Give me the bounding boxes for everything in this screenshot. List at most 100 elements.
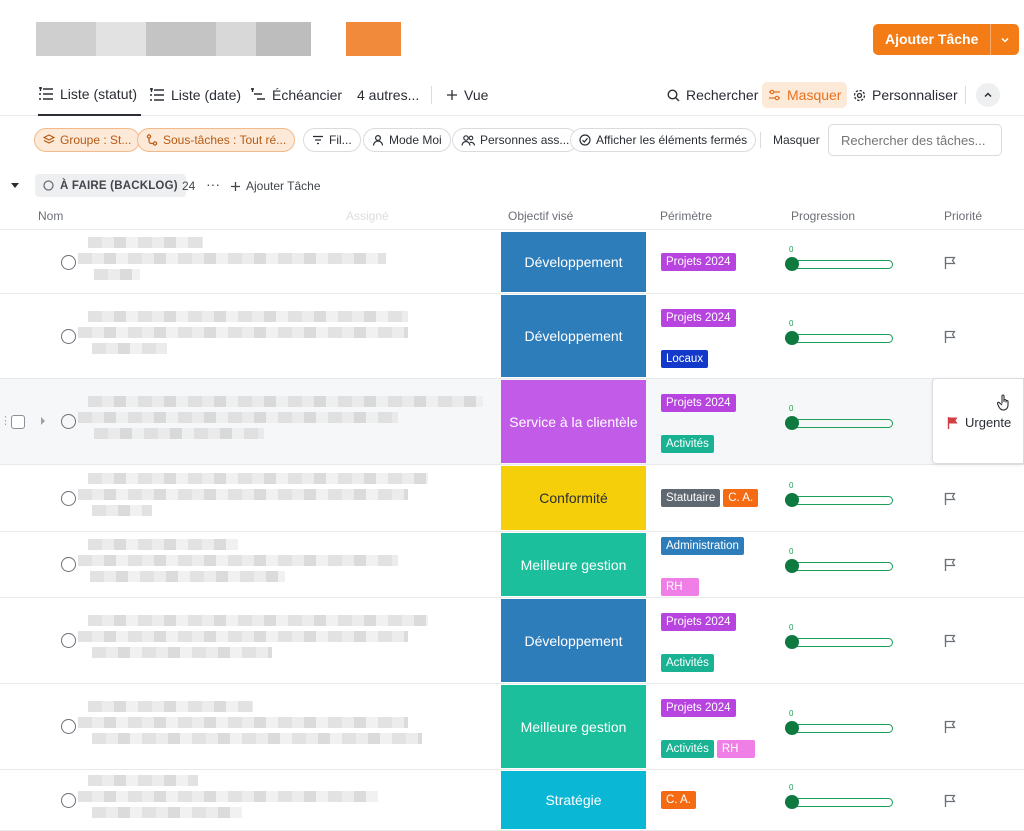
objective-cell[interactable]: Service à la clientèle xyxy=(501,380,646,463)
table-row[interactable]: Développement Projets 2024 0 xyxy=(0,231,1024,294)
column-progress[interactable]: Progression xyxy=(791,209,855,223)
scope-tag[interactable]: C. A. xyxy=(661,790,696,809)
filter-chip[interactable]: Fil... xyxy=(303,128,361,152)
table-row[interactable]: Stratégie C. A. 0 xyxy=(0,770,1024,831)
scope-tag[interactable]: Activités xyxy=(661,654,714,672)
progress-handle[interactable] xyxy=(785,559,799,573)
subtasks-chip[interactable]: Sous-tâches : Tout ré... xyxy=(137,128,296,152)
tab-echeancier[interactable]: Échéancier xyxy=(250,74,342,116)
task-name-redacted[interactable] xyxy=(78,774,378,823)
progress-slider[interactable]: 0 xyxy=(785,245,893,271)
priority-urgent[interactable]: Urgente xyxy=(947,415,1011,430)
task-status-circle[interactable] xyxy=(61,490,76,506)
column-assignee[interactable]: Assigné xyxy=(346,209,389,223)
progress-handle[interactable] xyxy=(785,635,799,649)
progress-slider[interactable]: 0 xyxy=(785,783,893,809)
show-closed-chip[interactable]: Afficher les éléments fermés xyxy=(570,128,757,152)
objective-cell[interactable]: Développement xyxy=(501,599,646,682)
task-name-redacted[interactable] xyxy=(78,236,386,285)
task-name-redacted[interactable] xyxy=(78,310,408,359)
task-status-circle[interactable] xyxy=(61,414,76,429)
progress-handle[interactable] xyxy=(785,330,799,345)
chevron-down-icon[interactable] xyxy=(991,24,1019,55)
scope-cell[interactable]: Projets 2024 Activités xyxy=(661,613,771,695)
flag-icon[interactable] xyxy=(944,492,956,508)
scope-tag[interactable]: Locaux xyxy=(661,349,709,368)
scope-tag[interactable]: Administration xyxy=(661,537,744,555)
collapse-header-button[interactable] xyxy=(976,83,1000,107)
tab-liste-statut[interactable]: Liste (statut) xyxy=(38,74,141,116)
add-task-button[interactable]: Ajouter Tâche xyxy=(873,24,1020,55)
column-name[interactable]: Nom xyxy=(38,209,63,223)
progress-handle[interactable] xyxy=(785,416,799,430)
table-row[interactable]: Meilleure gestion Projets 2024 Activités RH… xyxy=(0,684,1024,770)
table-row[interactable]: Développement Projets 2024 Locaux 0 xyxy=(0,294,1024,379)
task-status-circle[interactable] xyxy=(61,254,76,270)
objective-cell[interactable]: Développement xyxy=(501,232,646,292)
table-row[interactable]: Service à la clientèle Projets 2024 Activi… xyxy=(0,379,1024,465)
column-objective[interactable]: Objectif visé xyxy=(508,209,573,223)
scope-cell[interactable]: Projets 2024 xyxy=(661,252,771,273)
progress-slider[interactable]: 0 xyxy=(785,404,893,430)
table-row[interactable]: Meilleure gestion Administration RH 0 xyxy=(0,532,1024,598)
task-name-redacted[interactable] xyxy=(78,701,422,749)
tab-more-views[interactable]: 4 autres... xyxy=(357,74,419,116)
task-status-circle[interactable] xyxy=(61,328,76,344)
progress-slider[interactable]: 0 xyxy=(785,547,893,573)
scope-tag[interactable]: Projets 2024 xyxy=(661,308,736,327)
task-name-redacted[interactable] xyxy=(78,396,483,444)
table-row[interactable]: Conformité Statutaire C. A. 0 xyxy=(0,465,1024,532)
objective-cell[interactable]: Meilleure gestion xyxy=(501,685,646,768)
task-name-redacted[interactable] xyxy=(78,615,428,663)
search-button[interactable]: Rechercher xyxy=(667,74,758,116)
scope-tag[interactable]: Statutaire xyxy=(661,488,721,507)
objective-cell[interactable]: Conformité xyxy=(501,466,646,530)
chevron-right-icon[interactable] xyxy=(40,417,46,425)
me-mode-chip[interactable]: Mode Moi xyxy=(363,128,451,152)
group-add-task-button[interactable]: Ajouter Tâche xyxy=(230,179,321,193)
flag-icon[interactable] xyxy=(944,330,956,346)
scope-cell[interactable]: Statutaire C. A. xyxy=(661,488,771,509)
task-status-circle[interactable] xyxy=(61,719,76,734)
objective-cell[interactable]: Meilleure gestion xyxy=(501,533,646,596)
task-status-circle[interactable] xyxy=(61,633,76,648)
hide-button[interactable]: Masquer xyxy=(762,82,848,108)
scope-cell[interactable]: Projets 2024 Activités RH xyxy=(661,699,771,781)
task-status-circle[interactable] xyxy=(61,792,76,808)
scope-tag[interactable]: Activités xyxy=(661,740,714,758)
column-scope[interactable]: Périmètre xyxy=(660,209,712,223)
task-name-redacted[interactable] xyxy=(78,472,428,521)
add-task-label[interactable]: Ajouter Tâche xyxy=(873,24,992,55)
objective-cell[interactable]: Stratégie xyxy=(501,771,646,829)
scope-tag[interactable]: C. A. xyxy=(723,488,759,507)
scope-tag[interactable]: Projets 2024 xyxy=(661,699,736,717)
status-badge[interactable]: À FAIRE (BACKLOG) xyxy=(35,174,186,197)
progress-handle[interactable] xyxy=(785,256,799,271)
flag-icon[interactable] xyxy=(944,256,956,272)
flag-icon[interactable] xyxy=(944,720,956,736)
task-name-redacted[interactable] xyxy=(78,539,398,587)
progress-handle[interactable] xyxy=(785,492,799,507)
scope-tag[interactable]: Projets 2024 xyxy=(661,252,736,271)
caret-down-icon[interactable] xyxy=(10,182,20,190)
scope-cell[interactable]: Projets 2024 Activités xyxy=(661,394,771,476)
flag-icon[interactable] xyxy=(944,794,956,810)
row-select-checkbox[interactable] xyxy=(11,415,25,429)
flag-icon[interactable] xyxy=(944,634,956,650)
customize-button[interactable]: Personnaliser xyxy=(853,74,958,116)
tab-liste-date[interactable]: Liste (date) xyxy=(149,74,241,116)
group-by-chip[interactable]: Groupe : St... xyxy=(34,128,141,152)
scope-cell[interactable]: C. A. xyxy=(661,790,771,811)
search-tasks-input[interactable] xyxy=(828,124,1002,156)
scope-tag[interactable]: RH xyxy=(716,740,755,758)
priority-cell-editor[interactable]: Urgente xyxy=(932,378,1024,464)
progress-slider[interactable]: 0 xyxy=(785,319,893,345)
assignees-chip[interactable]: Personnes ass... xyxy=(452,128,579,152)
scope-tag[interactable]: Projets 2024 xyxy=(661,394,736,412)
scope-tag[interactable]: RH xyxy=(661,578,699,596)
progress-slider[interactable]: 0 xyxy=(785,481,893,507)
task-status-circle[interactable] xyxy=(61,557,76,572)
hide-filter-label[interactable]: Masquer xyxy=(773,133,820,147)
flag-icon[interactable] xyxy=(944,558,956,574)
add-view-button[interactable]: Vue xyxy=(446,74,488,116)
